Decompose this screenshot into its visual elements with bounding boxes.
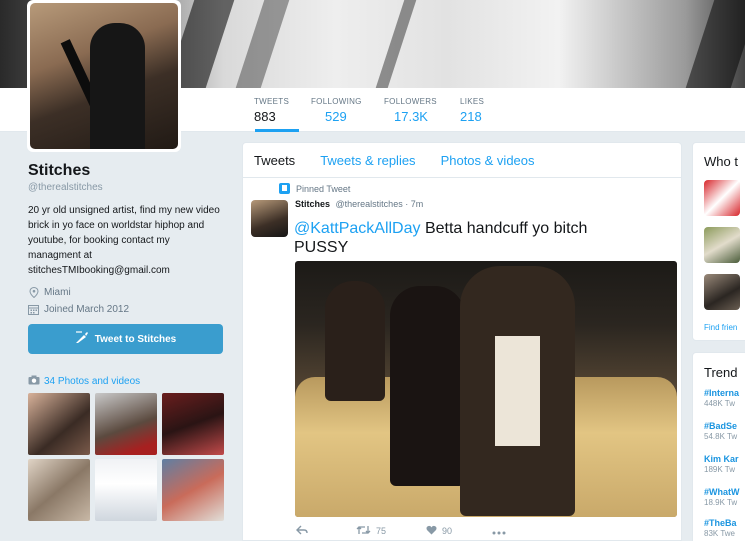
tweet-author[interactable]: Stitches (295, 199, 330, 209)
more-icon (492, 524, 506, 538)
tweet-to-label: Tweet to Stitches (94, 333, 177, 345)
retweet-icon (356, 524, 371, 538)
tweet-text: @KattPackAllDay Betta handcuff yo bitch … (294, 219, 634, 257)
trends-header: Trend (704, 365, 738, 380)
trend-name: #WhatW (704, 487, 740, 497)
tweet-photo[interactable] (295, 261, 677, 517)
who-to-follow-header: Who t (704, 154, 738, 169)
heart-icon (426, 524, 437, 538)
like-count: 90 (442, 526, 453, 536)
photos-videos-label: 34 Photos and videos (44, 376, 141, 387)
tweet-avatar[interactable] (251, 200, 288, 237)
trend-item[interactable]: Kim Kar 189K Tw (704, 454, 739, 474)
tab-tweets[interactable]: Tweets (254, 153, 295, 168)
trend-count: 448K Tw (704, 399, 735, 408)
more-button[interactable] (492, 524, 506, 538)
trend-count: 189K Tw (704, 465, 735, 474)
trend-name: #TheBa (704, 518, 737, 528)
suggested-avatar[interactable] (704, 274, 740, 310)
tweet-to-button[interactable]: Tweet to Stitches (28, 324, 223, 354)
trend-item[interactable]: #WhatW 18.9K Tw (704, 487, 740, 507)
stat-label: FOLLOWERS (384, 97, 437, 106)
media-thumbnail[interactable] (162, 393, 224, 455)
trend-name: Kim Kar (704, 454, 739, 464)
media-thumbnail[interactable] (162, 459, 224, 521)
profile-joined: Joined March 2012 (28, 304, 224, 315)
profile-avatar[interactable] (27, 0, 181, 152)
profile-handle[interactable]: @therealstitches (28, 182, 224, 193)
like-button[interactable]: 90 (426, 524, 452, 538)
media-thumbnail[interactable] (95, 459, 157, 521)
tweet-handle-time[interactable]: @therealstitches · 7m (336, 199, 424, 209)
media-thumbnail[interactable] (95, 393, 157, 455)
location-pin-icon (28, 286, 39, 299)
trend-item[interactable]: #Interna 448K Tw (704, 388, 739, 408)
profile-card: Stitches @therealstitches 20 yr old unsi… (28, 162, 224, 315)
stat-likes[interactable]: LIKES 218 (460, 97, 484, 124)
pinned-text: Pinned Tweet (296, 183, 351, 194)
media-thumbnail[interactable] (28, 459, 90, 521)
media-grid (28, 393, 224, 521)
stat-label: LIKES (460, 97, 485, 106)
media-thumbnail[interactable] (28, 393, 90, 455)
reply-icon (296, 524, 308, 538)
trend-item[interactable]: #BadSe 54.8K Tw (704, 421, 737, 441)
stat-label: TWEETS (254, 97, 290, 106)
profile-bio: 20 yr old unsigned artist, find my new v… (28, 205, 220, 276)
location-text: Miami (44, 287, 71, 298)
banner-shadow (375, 0, 417, 88)
reply-button[interactable] (296, 524, 308, 538)
avatar-image-figure (90, 23, 145, 149)
timeline-tabs: Tweets Tweets & replies Photos & videos (243, 143, 681, 178)
avatar-image (30, 3, 178, 149)
banner-shadow (685, 0, 745, 88)
trend-count: 83K Twe (704, 529, 735, 538)
tab-tweets-replies[interactable]: Tweets & replies (320, 153, 415, 168)
who-to-follow-card: Who t Find frien (692, 142, 745, 341)
stat-following[interactable]: FOLLOWING 529 (311, 97, 362, 124)
photo-detail (390, 286, 465, 486)
trend-item[interactable]: #TheBa 83K Twe (704, 518, 737, 538)
trend-count: 54.8K Tw (704, 432, 738, 441)
suggested-avatar[interactable] (704, 180, 740, 216)
active-stat-indicator (255, 129, 299, 132)
stat-value: 17.3K (394, 109, 428, 124)
photo-detail (325, 281, 385, 401)
stat-value: 529 (325, 109, 347, 124)
suggested-avatar[interactable] (704, 227, 740, 263)
photo-detail (495, 336, 540, 446)
trend-name: #Interna (704, 388, 740, 398)
tweet-mention[interactable]: @KattPackAllDay (294, 220, 421, 237)
tab-photos-videos[interactable]: Photos & videos (441, 153, 535, 168)
trend-name: #BadSe (704, 421, 738, 431)
stat-followers[interactable]: FOLLOWERS 17.3K (384, 97, 437, 124)
stat-tweets[interactable]: TWEETS 883 (254, 97, 289, 124)
retweet-button[interactable]: 75 (356, 524, 386, 538)
stat-value: 218 (460, 109, 482, 124)
tweet-header: Stitches @therealstitches · 7m (295, 199, 423, 209)
profile-location: Miami (28, 286, 224, 299)
timeline: Tweets Tweets & replies Photos & videos … (242, 142, 682, 541)
compose-icon (75, 331, 89, 347)
banner-shadow (235, 0, 290, 88)
find-friends-link[interactable]: Find frien (704, 323, 737, 332)
pin-icon (279, 183, 290, 194)
retweet-count: 75 (376, 526, 387, 536)
trend-count: 18.9K Tw (704, 498, 738, 507)
stat-value: 883 (254, 109, 276, 124)
photos-videos-link[interactable]: 34 Photos and videos (28, 375, 140, 388)
joined-text: Joined March 2012 (44, 304, 130, 315)
camera-icon (28, 375, 40, 388)
tweet-actions: 75 90 (296, 524, 546, 538)
trends-card: Trend #Interna 448K Tw #BadSe 54.8K Tw K… (692, 352, 745, 541)
profile-name[interactable]: Stitches (28, 162, 224, 180)
stat-label: FOLLOWING (311, 97, 362, 106)
pinned-label: Pinned Tweet (279, 183, 350, 194)
calendar-icon (28, 304, 39, 315)
